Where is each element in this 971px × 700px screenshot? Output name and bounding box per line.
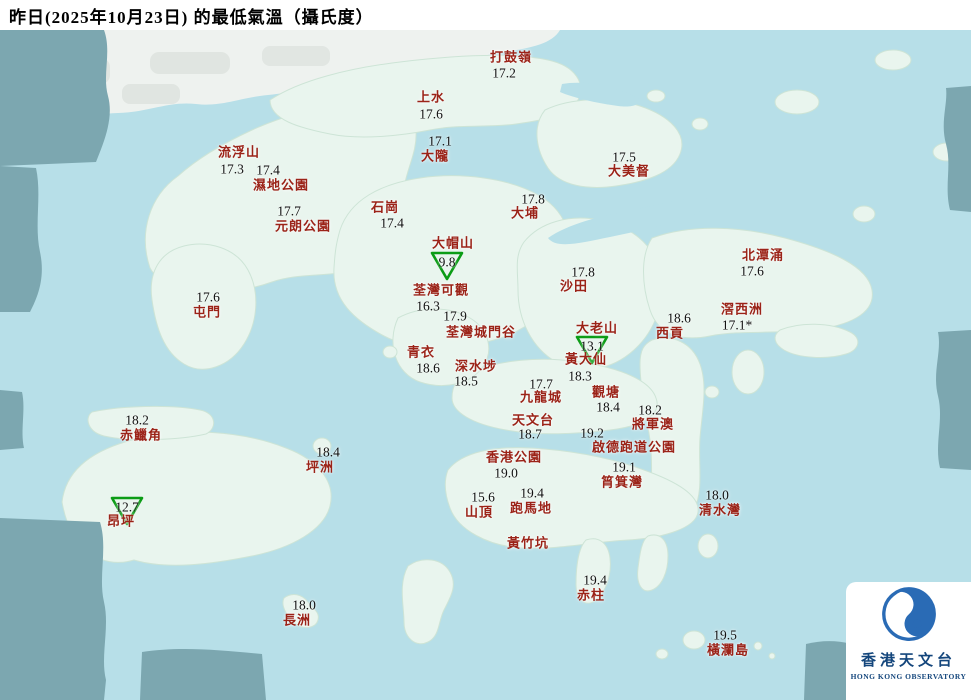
station-name: 荃灣城門谷 [445, 324, 517, 340]
station-value: 19.1 [612, 459, 636, 475]
observatory-logo-icon [881, 587, 936, 641]
station-value: 17.1 [428, 133, 452, 149]
station-name: 筲箕灣 [600, 474, 644, 490]
station-name: 濕地公園 [252, 177, 310, 193]
station-name: 大隴 [420, 148, 450, 164]
logo-name-en: HONG KONG OBSERVATORY [850, 672, 967, 681]
station-value: 17.4 [380, 215, 404, 231]
station-value: 18.0 [705, 487, 729, 503]
station-name: 天文台 [511, 412, 555, 428]
station-value: 17.8 [521, 191, 545, 207]
station-value: 17.6 [740, 263, 764, 279]
station-value: 18.2 [125, 412, 149, 428]
station-name: 赤柱 [576, 587, 606, 603]
station-value: 18.4 [316, 444, 340, 460]
station-value: 17.5 [612, 149, 636, 165]
station-name: 黃竹坑 [506, 535, 550, 551]
station-name: 大埔 [510, 205, 540, 221]
station-name: 北潭涌 [741, 247, 785, 263]
station-name: 青衣 [406, 344, 436, 360]
station-value: 19.2 [580, 425, 604, 441]
station-value: 18.6 [416, 360, 440, 376]
station-name: 山頂 [464, 504, 494, 520]
station-name: 長洲 [282, 612, 312, 628]
station-value: 19.0 [494, 465, 518, 481]
station-name: 清水灣 [698, 502, 742, 518]
station-value: 16.3 [416, 298, 440, 314]
station-name: 啟德跑道公園 [591, 439, 677, 455]
station-value: 17.6 [419, 106, 443, 122]
station-value: 17.1* [721, 317, 753, 333]
logo-name-zh: 香港天文台 [860, 653, 956, 669]
station-name: 西貢 [655, 325, 685, 341]
station-name: 石崗 [370, 199, 400, 215]
station-value: 17.3 [220, 161, 244, 177]
station-name: 沙田 [559, 278, 589, 294]
station-value: 15.6 [471, 489, 495, 505]
station-value: 19.5 [713, 627, 737, 643]
station-name: 黃大仙 [564, 351, 608, 367]
station-name: 九龍城 [519, 389, 563, 405]
station-name: 大美督 [607, 163, 651, 179]
station-name: 元朗公園 [274, 218, 332, 234]
station-name: 大老山 [575, 320, 619, 336]
hko-min-temperature-map: 昨日(2025年10月23日) 的最低氣溫（攝氏度） 17.2 打鼓嶺 17.6 上水… [0, 0, 971, 700]
station-name: 將軍澳 [631, 416, 675, 432]
station-name: 赤鱲角 [119, 427, 163, 443]
station-name: 荃灣可觀 [412, 282, 470, 298]
station-value: 18.7 [518, 426, 542, 442]
station-value: 17.7 [277, 203, 301, 219]
station-name: 跑馬地 [509, 500, 553, 516]
station-value: 18.3 [568, 368, 592, 384]
station-name: 滘西洲 [720, 301, 764, 317]
observatory-logo: 香港天文台 HONG KONG OBSERVATORY [846, 582, 971, 700]
station-value: 17.8 [571, 264, 595, 280]
station-value: 18.4 [596, 399, 620, 415]
station-value: 18.6 [667, 310, 691, 326]
station-name: 坪洲 [305, 459, 335, 475]
station-value: 17.2 [492, 65, 516, 81]
station-value: 17.4 [256, 162, 280, 178]
station-name: 屯門 [192, 304, 222, 320]
station-name: 流浮山 [217, 144, 261, 160]
station-name: 香港公園 [485, 449, 543, 465]
station-value: 17.9 [443, 308, 467, 324]
station-name: 上水 [416, 89, 446, 105]
station-value: 17.6 [196, 289, 220, 305]
station-value: 12.7 [115, 499, 139, 515]
station-value: 19.4 [583, 572, 607, 588]
station-value: 18.5 [454, 373, 478, 389]
station-value: 18.0 [292, 597, 316, 613]
station-name: 觀塘 [591, 384, 621, 400]
station-value: 19.4 [520, 485, 544, 501]
station-name: 昂坪 [106, 513, 136, 529]
station-value: 18.2 [638, 402, 662, 418]
station-name: 深水埗 [454, 358, 498, 374]
station-name: 橫瀾島 [706, 642, 750, 658]
stations-layer: 17.2 打鼓嶺 17.6 上水 17.3 流浮山 17.1 大隴 17.4 濕地公園 17.5 大美… [0, 0, 971, 700]
station-value: 9.8 [438, 254, 456, 270]
station-name: 大帽山 [431, 235, 475, 251]
station-name: 打鼓嶺 [489, 49, 533, 65]
